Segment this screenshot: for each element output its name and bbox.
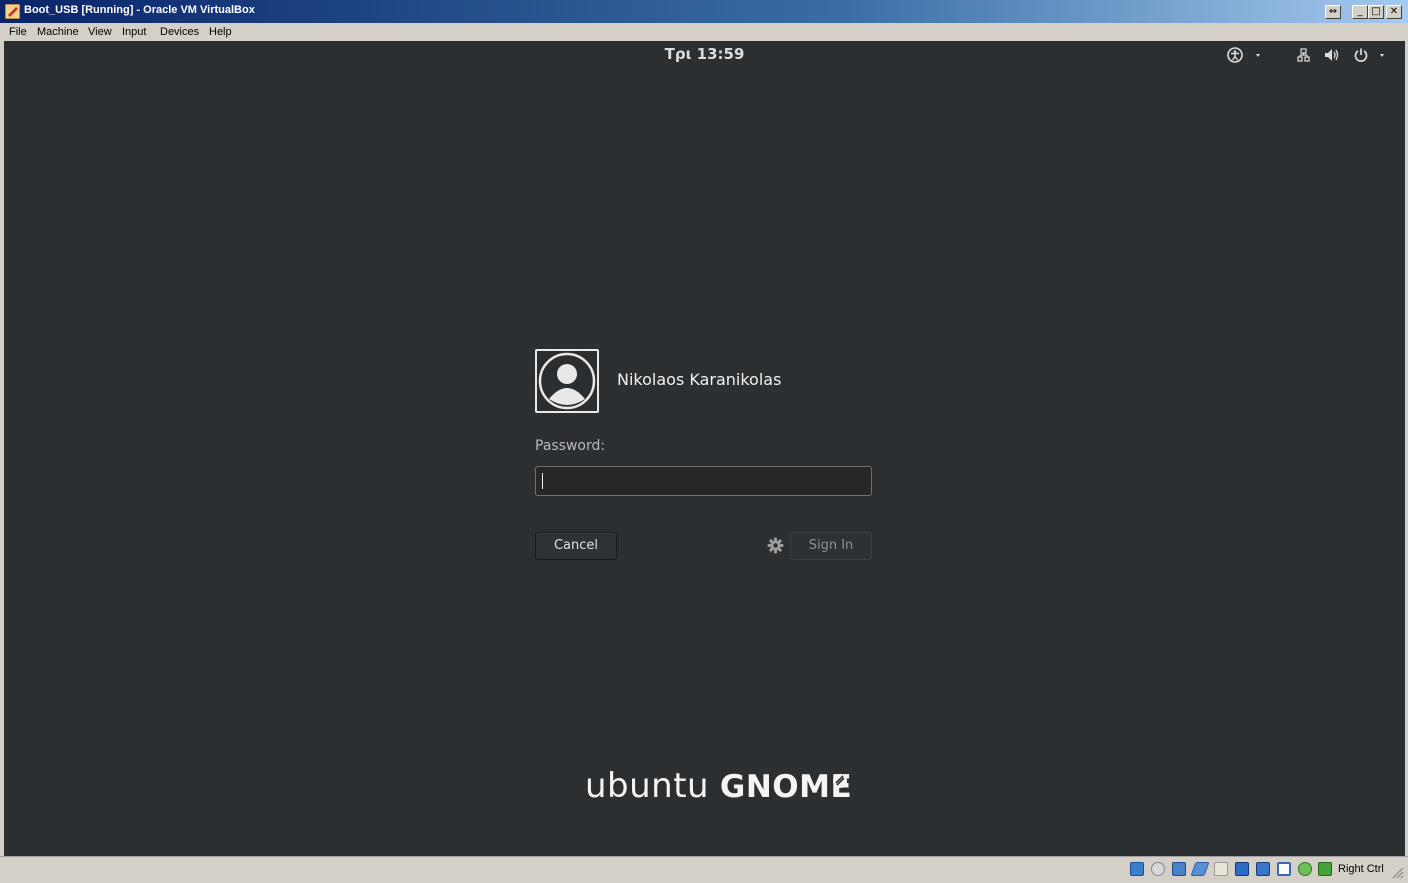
usb-icon[interactable] bbox=[1214, 862, 1228, 876]
menu-help[interactable]: Help bbox=[209, 26, 232, 38]
gnome-foot-icon bbox=[833, 774, 847, 788]
avatar-person-icon bbox=[538, 352, 596, 410]
audio-icon[interactable] bbox=[1172, 862, 1186, 876]
user-avatar[interactable] bbox=[535, 349, 599, 413]
window-titlebar[interactable]: Boot_USB [Running] - Oracle VM VirtualBo… bbox=[0, 0, 1408, 23]
window-title: Boot_USB [Running] - Oracle VM VirtualBo… bbox=[24, 4, 255, 16]
volume-icon[interactable] bbox=[1324, 47, 1340, 63]
resize-grip-icon[interactable] bbox=[1392, 867, 1404, 879]
keyboard-icon[interactable] bbox=[1318, 862, 1332, 876]
power-icon[interactable] bbox=[1353, 47, 1387, 63]
optical-drive-icon[interactable] bbox=[1151, 862, 1165, 876]
accessibility-icon[interactable] bbox=[1227, 47, 1267, 63]
cancel-button[interactable]: Cancel bbox=[535, 532, 617, 560]
recording-icon[interactable] bbox=[1298, 862, 1312, 876]
sign-in-button[interactable]: Sign In bbox=[790, 532, 872, 560]
network-adapter-icon[interactable] bbox=[1190, 862, 1210, 876]
brand-ubuntu-text: ubuntu bbox=[585, 766, 710, 806]
menu-machine[interactable]: Machine bbox=[37, 26, 79, 38]
menu-file[interactable]: File bbox=[9, 26, 27, 38]
maximize-button[interactable]: □ bbox=[1368, 5, 1384, 19]
panel-clock[interactable]: Τρι 13:59 bbox=[4, 45, 1405, 63]
menubar: File Machine View Input Devices Help bbox=[0, 23, 1408, 41]
user-name: Nikolaos Karanikolas bbox=[617, 370, 782, 389]
minimize-button[interactable]: _ bbox=[1352, 5, 1368, 19]
virtualbox-icon bbox=[5, 4, 20, 19]
close-button[interactable]: ✕ bbox=[1386, 5, 1402, 19]
hard-disk-icon[interactable] bbox=[1130, 862, 1144, 876]
ubuntu-gnome-logo: ubuntu GNOME bbox=[585, 766, 852, 806]
menu-devices[interactable]: Devices bbox=[160, 26, 199, 38]
statusbar: Right Ctrl bbox=[0, 856, 1408, 883]
password-label: Password: bbox=[535, 438, 606, 454]
vm-display[interactable]: Τρι 13:59 Nikolaos Karanikolas Password:… bbox=[4, 41, 1405, 856]
session-gear-icon[interactable] bbox=[767, 537, 784, 554]
restore-size-button[interactable]: ⇔ bbox=[1325, 5, 1341, 19]
display-icon[interactable] bbox=[1256, 862, 1270, 876]
network-icon[interactable] bbox=[1297, 47, 1311, 63]
menu-input[interactable]: Input bbox=[122, 26, 146, 38]
shared-folders-icon[interactable] bbox=[1235, 862, 1249, 876]
menu-view[interactable]: View bbox=[88, 26, 112, 38]
text-cursor bbox=[542, 473, 543, 489]
host-key-label: Right Ctrl bbox=[1338, 863, 1384, 875]
password-input[interactable] bbox=[535, 466, 872, 496]
video-capture-icon[interactable] bbox=[1277, 862, 1291, 876]
